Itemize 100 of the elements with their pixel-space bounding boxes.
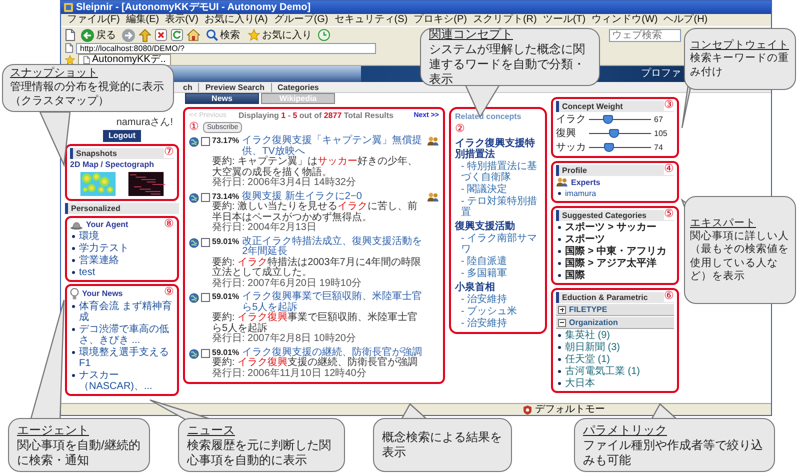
slider-thumb[interactable]	[602, 115, 613, 124]
news-item[interactable]: ナスカー（NASCAR)、...	[70, 370, 174, 392]
result-checkbox[interactable]	[201, 293, 210, 302]
concept-group-link[interactable]: イラク復興支援特別措置法	[455, 138, 541, 160]
concept-link[interactable]: - テロ対策特別措置	[455, 196, 541, 218]
globe-icon	[189, 192, 199, 203]
facet-value-link[interactable]: 古河電気工業 (1)	[556, 366, 674, 377]
globe-icon	[189, 137, 199, 148]
weight-slider[interactable]	[589, 143, 651, 152]
category-link[interactable]: スポーツ > サッカー	[556, 222, 674, 233]
expert-link[interactable]: imamura	[556, 188, 674, 199]
address-field[interactable]: http://localhost:8080/DEMO/?	[76, 42, 376, 54]
relevance-score: 73.17%	[212, 136, 240, 147]
facet-header[interactable]: FILETYPE	[556, 304, 674, 316]
experts-link[interactable]: Experts	[571, 178, 600, 186]
facet-value-link[interactable]: 大日本	[556, 378, 674, 389]
menu-item[interactable]: ウィンドウ(W)	[592, 15, 658, 25]
menu-item[interactable]: お気に入り(A)	[204, 15, 268, 25]
collapse-icon[interactable]	[558, 318, 566, 326]
status-text: デフォルトモー	[535, 404, 605, 414]
agent-item[interactable]: 学力テスト	[70, 243, 174, 254]
forward-arrow-icon[interactable]	[122, 28, 135, 42]
concept-link[interactable]: - 治安維持	[455, 318, 541, 330]
concept-link[interactable]: - 治安維持	[455, 294, 541, 306]
page-icon[interactable]	[65, 29, 75, 41]
category-link[interactable]: スポーツ	[556, 234, 674, 245]
result-summary: 要約: キャプテン翼」はサッカー好きの少年、大空翼の成長を描く物語。	[212, 157, 419, 178]
concept-link[interactable]: - 陸自派遣	[455, 256, 541, 268]
result-checkbox[interactable]	[201, 137, 210, 146]
facet-value-link[interactable]: 集英社 (9)	[556, 330, 674, 341]
logout-button[interactable]: Logout	[103, 130, 141, 142]
result-checkbox[interactable]	[201, 192, 210, 202]
result-checkbox[interactable]	[201, 238, 210, 247]
result-title[interactable]: 改正イラク特措法成立、復興支援活動を2年間延長	[242, 236, 425, 258]
slider-thumb[interactable]	[608, 129, 619, 138]
up-arrow-icon[interactable]	[139, 28, 151, 42]
facet-value-link[interactable]: 朝日新聞 (3)	[556, 342, 674, 353]
callout-title: スナップショット	[10, 67, 99, 81]
menu-item[interactable]: 表示(V)	[165, 15, 198, 25]
menu-item[interactable]: ヘルプ(H)	[664, 15, 708, 25]
agent-item[interactable]: 環境	[70, 231, 174, 242]
callout-number: ⑤	[664, 208, 674, 220]
concept-link[interactable]: - 多国籍軍	[455, 268, 541, 280]
globe-icon	[189, 238, 199, 248]
menu-item[interactable]: グループ(G)	[274, 15, 328, 25]
result-checkbox[interactable]	[201, 348, 210, 358]
people-icon	[556, 177, 568, 187]
nav-link[interactable]: Preview Search	[198, 82, 270, 92]
concept-group-link[interactable]: 復興支援活動	[455, 221, 541, 232]
stop-icon[interactable]	[155, 29, 167, 41]
concept-link[interactable]: - ブッシュ米	[455, 306, 541, 318]
category-link[interactable]: 国際	[556, 270, 674, 281]
result-summary: 要約: イラク復興事業で巨額収賄、米陸軍士官ら5人を起訴	[212, 313, 419, 334]
map-link[interactable]: 2D Map / Spectograph	[70, 160, 174, 170]
result-summary: 要約: イラク特措法は2003年7月に4年間の時限立法として成立した。	[212, 258, 422, 278]
result-date: 発行日: 2007年6月20日 19時10分	[212, 278, 363, 290]
slider-value: 67	[654, 115, 664, 124]
expand-icon[interactable]	[558, 306, 566, 314]
callout-title: 関連コンセプト	[429, 27, 514, 42]
relevance-score: 59.01%	[212, 348, 240, 357]
browser-tab[interactable]: AutonomyKKデ..	[78, 54, 171, 65]
menu-item[interactable]: スクリプト(R)	[472, 15, 537, 25]
weight-slider[interactable]	[589, 129, 651, 138]
news-item[interactable]: 体育会流 まず精神育成	[70, 301, 174, 323]
banner-link[interactable]: プロファ	[605, 66, 685, 82]
web-search-field[interactable]: ウェブ検索	[609, 28, 681, 42]
source-tab[interactable]: News	[185, 93, 259, 104]
search-button[interactable]: 検索	[204, 27, 242, 43]
panel-title-link[interactable]: Your Agent	[86, 220, 128, 230]
menu-item[interactable]: 編集(E)	[126, 15, 160, 25]
callout-number: ④	[664, 163, 674, 176]
results-count: Displaying 1 - 5 out of 2877 Total Results	[237, 111, 394, 120]
facet-value-link[interactable]: 任天堂 (1)	[556, 354, 674, 365]
concept-link[interactable]: - 閣議決定	[455, 184, 541, 196]
weight-slider[interactable]	[589, 115, 651, 124]
concept-link[interactable]: - 特別措置法に基づく自衛隊	[455, 161, 541, 184]
news-item[interactable]: 環境整え選手支える F1	[70, 347, 174, 369]
panel-title-link[interactable]: Your News	[82, 289, 123, 299]
news-item[interactable]: デコ渋滞で車高の低さ、きびき ...	[70, 324, 174, 346]
slider-thumb[interactable]	[604, 143, 614, 152]
agent-item[interactable]: 営業連絡	[70, 255, 174, 266]
nav-link[interactable]: Categories	[270, 82, 325, 92]
refresh-icon[interactable]	[171, 29, 183, 41]
home-icon[interactable]	[187, 29, 200, 41]
category-link[interactable]: 国際 > 中東・アフリカ	[556, 246, 674, 257]
agent-item[interactable]: test	[70, 267, 174, 278]
menu-item[interactable]: ファイル(F)	[67, 15, 120, 25]
menu-item[interactable]: ツール(T)	[542, 15, 586, 25]
user-greeting: namuraさん!	[115, 117, 174, 128]
menu-item[interactable]: セキュリティ(S)	[334, 15, 408, 25]
favorites-button[interactable]: お気に入り	[246, 27, 314, 43]
facet-header[interactable]: Organization	[556, 317, 674, 329]
concept-link[interactable]: - イラク南部サマワ	[455, 233, 541, 256]
category-link[interactable]: 国際 > アジア太平洋	[556, 258, 674, 269]
menu-item[interactable]: プロキシ(P)	[414, 15, 467, 25]
star-icon[interactable]	[65, 54, 75, 64]
concept-group-link[interactable]: 小泉首相	[455, 282, 541, 294]
clock-icon[interactable]	[318, 29, 330, 41]
nav-link[interactable]: ch	[177, 82, 198, 92]
callout-number: ①	[189, 121, 199, 134]
